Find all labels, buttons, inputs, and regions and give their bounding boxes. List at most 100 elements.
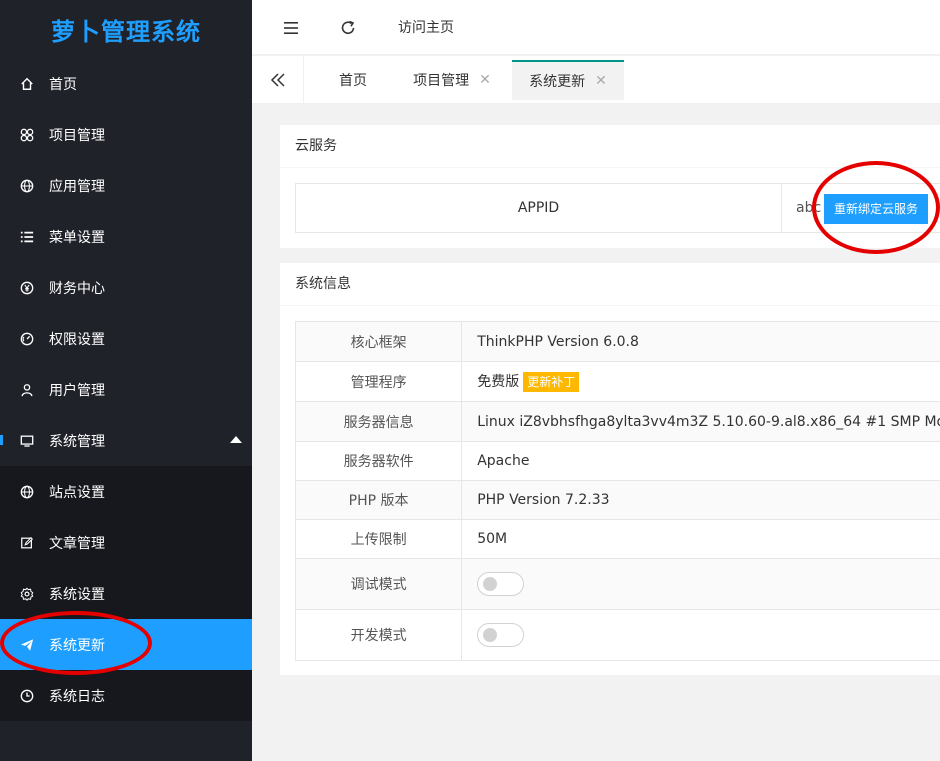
card-title: 云服务 (280, 125, 940, 168)
table-row: 开发模式 (294, 609, 940, 661)
table-row: 服务器信息 Linux iZ8vbhsfhga8ylta3vv4m3Z 5.10… (294, 401, 940, 442)
sidebar-item-apps[interactable]: 应用管理 (0, 160, 252, 211)
row-value: 50M (461, 519, 940, 559)
sidebar-item-site-settings[interactable]: 站点设置 (0, 466, 252, 517)
double-chevron-left-icon (270, 73, 285, 87)
row-label: 管理程序 (294, 361, 463, 402)
chevron-up-icon (230, 436, 242, 443)
row-label: 服务器软件 (294, 441, 463, 481)
clock-icon (20, 689, 34, 703)
sidebar-item-system-log[interactable]: 系统日志 (0, 670, 252, 721)
edit-icon (20, 536, 34, 550)
row-value (461, 609, 940, 661)
update-patch-badge[interactable]: 更新补丁 (523, 372, 580, 392)
sidebar-item-label: 文章管理 (49, 535, 105, 552)
top-header: 访问主页 (252, 0, 940, 55)
sidebar-item-menu[interactable]: 菜单设置 (0, 211, 252, 262)
close-icon[interactable]: ✕ (595, 73, 607, 89)
close-icon[interactable]: ✕ (479, 72, 491, 88)
row-value: ThinkPHP Version 6.0.8 (461, 321, 940, 362)
appid-row: APPID abc 重新绑定云服务 (295, 183, 940, 233)
row-value (461, 558, 940, 610)
globe-icon (20, 485, 34, 499)
row-label: 上传限制 (294, 519, 463, 559)
apps-icon (20, 128, 34, 142)
gauge-icon (20, 332, 34, 346)
visit-home-link[interactable]: 访问主页 (398, 17, 454, 37)
dev-mode-toggle[interactable] (477, 623, 525, 647)
yen-icon (20, 281, 34, 295)
hamburger-icon (284, 22, 298, 34)
table-row: 调试模式 (294, 558, 940, 610)
send-icon (20, 638, 34, 652)
refresh-button[interactable] (338, 18, 358, 38)
toggle-knob (483, 628, 498, 642)
tab-system-update[interactable]: 系统更新 ✕ (512, 60, 624, 100)
system-info-table: 核心框架 ThinkPHP Version 6.0.8 管理程序 免费版 更新补丁… (294, 321, 940, 661)
row-label: 核心框架 (294, 321, 463, 362)
cloud-service-card: 云服务 APPID abc 重新绑定云服务 (280, 125, 940, 248)
sidebar-item-label: 系统更新 (49, 637, 105, 654)
tab-bar: 首页 项目管理 ✕ 系统更新 ✕ (252, 56, 940, 104)
sidebar-item-label: 应用管理 (49, 178, 105, 195)
sidebar: 萝卜管理系统 首页 项目管理 应用管理 菜单设置 财务中心 权限设置 用户管理 … (0, 0, 252, 761)
sidebar-item-label: 站点设置 (49, 484, 105, 501)
sidebar-item-system[interactable]: 系统管理 (0, 415, 252, 466)
table-row: 上传限制 50M (294, 519, 940, 559)
sidebar-item-label: 首页 (49, 76, 77, 93)
table-row: 管理程序 免费版 更新补丁 (294, 361, 940, 402)
tab-label: 首页 (339, 73, 367, 89)
monitor-icon (20, 434, 34, 448)
appid-value: abc (796, 200, 822, 216)
menu-toggle-button[interactable] (281, 18, 301, 38)
list-icon (20, 230, 34, 244)
globe-icon (20, 179, 34, 193)
row-label: PHP 版本 (294, 480, 463, 520)
row-label: 服务器信息 (294, 401, 463, 442)
rebind-cloud-button[interactable]: 重新绑定云服务 (824, 194, 929, 224)
refresh-icon (341, 20, 355, 34)
row-value: 免费版 更新补丁 (461, 361, 940, 402)
system-info-card: 系统信息 核心框架 ThinkPHP Version 6.0.8 管理程序 免费… (280, 263, 940, 675)
sidebar-item-label: 权限设置 (49, 331, 105, 348)
sidebar-item-users[interactable]: 用户管理 (0, 364, 252, 415)
tab-label: 项目管理 (413, 73, 470, 89)
row-value: Linux iZ8vbhsfhga8ylta3vv4m3Z 5.10.60-9.… (461, 401, 940, 442)
table-row: PHP 版本 PHP Version 7.2.33 (294, 480, 940, 520)
sidebar-item-projects[interactable]: 项目管理 (0, 109, 252, 160)
tab-label: 系统更新 (529, 74, 586, 90)
sidebar-item-home[interactable]: 首页 (0, 58, 252, 109)
sidebar-item-label: 菜单设置 (49, 229, 105, 246)
row-label: 开发模式 (294, 609, 463, 661)
sidebar-item-label: 系统设置 (49, 586, 105, 603)
table-row: 核心框架 ThinkPHP Version 6.0.8 (294, 321, 940, 362)
sidebar-item-articles[interactable]: 文章管理 (0, 517, 252, 568)
tab-home[interactable]: 首页 (323, 60, 383, 100)
sidebar-item-system-update[interactable]: 系统更新 (0, 619, 252, 670)
collapse-tabs-button[interactable] (252, 56, 304, 104)
gear-icon (20, 587, 34, 601)
table-row: 服务器软件 Apache (294, 441, 940, 481)
edition-text: 免费版 (477, 374, 520, 390)
home-icon (20, 77, 34, 91)
sidebar-submenu-system: 站点设置 文章管理 系统设置 系统更新 系统日志 (0, 466, 252, 721)
sidebar-item-label: 财务中心 (49, 280, 105, 297)
sidebar-footer (0, 721, 252, 761)
sidebar-item-label: 项目管理 (49, 127, 105, 144)
row-value: PHP Version 7.2.33 (461, 480, 940, 520)
sidebar-item-label: 用户管理 (49, 382, 105, 399)
row-value: Apache (461, 441, 940, 481)
debug-mode-toggle[interactable] (477, 572, 525, 596)
sidebar-item-permissions[interactable]: 权限设置 (0, 313, 252, 364)
user-icon (20, 383, 34, 397)
tab-projects[interactable]: 项目管理 ✕ (402, 60, 502, 100)
row-label: 调试模式 (294, 558, 463, 610)
app-logo: 萝卜管理系统 (51, 17, 201, 46)
card-title: 系统信息 (280, 263, 940, 306)
sidebar-item-system-settings[interactable]: 系统设置 (0, 568, 252, 619)
toggle-knob (483, 577, 498, 591)
sidebar-item-finance[interactable]: 财务中心 (0, 262, 252, 313)
appid-label: APPID (296, 184, 782, 232)
sidebar-item-label: 系统日志 (49, 688, 105, 705)
sidebar-item-label: 系统管理 (49, 433, 105, 450)
